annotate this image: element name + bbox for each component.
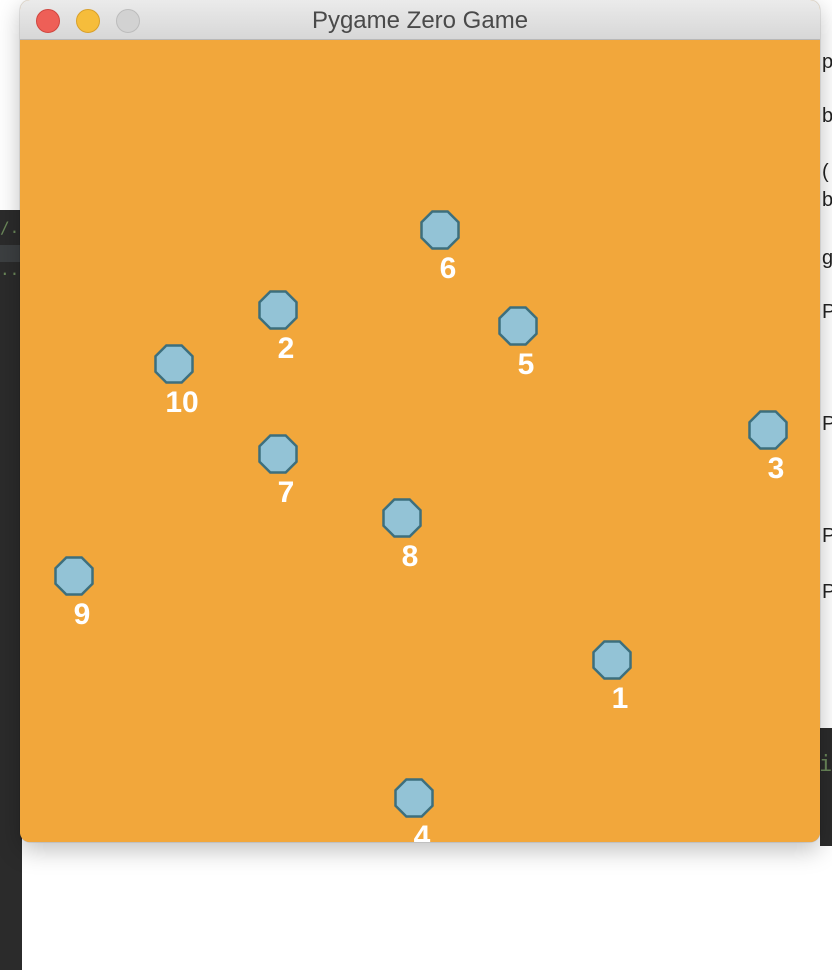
background-text: P bbox=[822, 301, 832, 323]
actor-octagon[interactable]: 8 bbox=[382, 498, 422, 574]
octagon-icon bbox=[154, 344, 194, 384]
actor-number-label: 4 bbox=[414, 820, 431, 842]
octagon-icon bbox=[748, 410, 788, 450]
actor-octagon[interactable]: 6 bbox=[420, 210, 460, 286]
actor-number-label: 2 bbox=[278, 332, 295, 365]
background-code-snippet: i bbox=[819, 752, 832, 777]
background-text: P bbox=[822, 525, 832, 547]
octagon-icon bbox=[592, 640, 632, 680]
actor-number-label: 9 bbox=[74, 598, 91, 631]
game-canvas[interactable]: 6 2 5 10 3 7 8 9 1 4 bbox=[20, 40, 820, 842]
actor-number-label: 7 bbox=[278, 476, 295, 509]
octagon-icon bbox=[382, 498, 422, 538]
game-window: Pygame Zero Game 6 2 5 10 3 7 8 9 1 4 bbox=[20, 0, 820, 842]
actor-octagon[interactable]: 7 bbox=[258, 434, 298, 510]
actor-octagon[interactable]: 3 bbox=[748, 410, 788, 486]
background-editor-area bbox=[0, 334, 22, 970]
background-text: b bbox=[822, 189, 832, 211]
actor-number-label: 5 bbox=[518, 348, 535, 381]
octagon-icon bbox=[498, 306, 538, 346]
actor-number-label: 3 bbox=[768, 452, 785, 485]
background-text: p bbox=[822, 51, 832, 73]
octagon-icon bbox=[258, 290, 298, 330]
actor-octagon[interactable]: 9 bbox=[54, 556, 94, 632]
actor-octagon[interactable]: 1 bbox=[592, 640, 632, 716]
actor-octagon[interactable]: 5 bbox=[498, 306, 538, 382]
background-text: ( bbox=[822, 161, 829, 183]
window-titlebar[interactable]: Pygame Zero Game bbox=[20, 0, 820, 40]
background-text: P bbox=[822, 413, 832, 435]
actor-number-label: 1 bbox=[612, 682, 629, 715]
actor-octagon[interactable]: 10 bbox=[154, 344, 199, 420]
octagon-icon bbox=[420, 210, 460, 250]
window-title: Pygame Zero Game bbox=[311, 7, 529, 34]
background-text: g bbox=[822, 247, 832, 269]
background-text: P bbox=[822, 581, 832, 603]
octagon-icon bbox=[394, 778, 434, 818]
actor-number-label: 10 bbox=[165, 386, 198, 419]
actor-number-label: 6 bbox=[440, 252, 457, 285]
octagon-icon bbox=[258, 434, 298, 474]
actor-octagon[interactable]: 2 bbox=[258, 290, 298, 366]
background-editor-area-right bbox=[820, 728, 832, 846]
actor-octagon[interactable]: 4 bbox=[394, 778, 434, 843]
actor-number-label: 8 bbox=[402, 540, 419, 573]
background-text: b bbox=[822, 105, 832, 127]
octagon-icon bbox=[54, 556, 94, 596]
game-scene: 6 2 5 10 3 7 8 9 1 4 bbox=[54, 210, 788, 843]
